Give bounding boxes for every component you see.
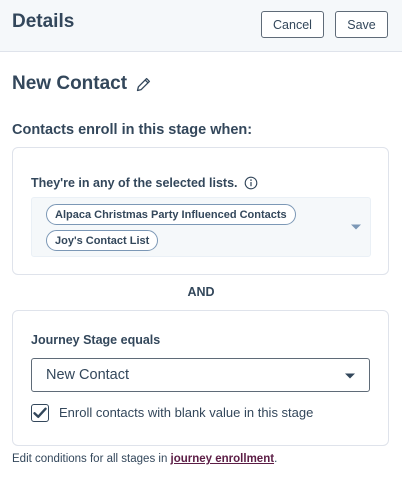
stage-title: New Contact [12,73,152,95]
info-icon[interactable] [244,176,258,190]
journey-stage-select[interactable]: New Contact [31,358,370,392]
footer-text: Edit conditions for all stages in [12,453,171,465]
list-chip[interactable]: Joy's Contact List [46,230,159,251]
pencil-icon[interactable] [135,76,152,93]
lists-multi-select[interactable]: Alpaca Christmas Party Influenced Contac… [31,197,371,257]
checkmark-icon [33,407,47,418]
cancel-button[interactable]: Cancel [261,11,324,38]
caret-down-icon[interactable] [350,223,362,231]
list-condition-text: They're in any of the selected lists. [31,176,238,190]
stage-name: New Contact [12,73,128,94]
property-condition-card: Journey Stage equals New Contact Enroll … [12,310,389,446]
footer-note: Edit conditions for all stages in journe… [12,453,277,465]
footer-text-end: . [274,453,278,465]
details-header: Details Cancel Save [0,0,402,52]
list-chip[interactable]: Alpaca Christmas Party Influenced Contac… [46,204,296,225]
header-title: Details [12,11,75,32]
and-operator: AND [187,285,215,299]
blank-value-checkbox[interactable] [31,404,49,422]
enroll-section-heading: Contacts enroll in this stage when: [12,122,253,138]
list-condition-card: They're in any of the selected lists. Al… [12,147,389,275]
save-button[interactable]: Save [335,11,388,38]
journey-stage-select-value: New Contact [46,367,130,383]
journey-enrollment-link[interactable]: journey enrollment [171,453,275,465]
blank-value-checkbox-label[interactable]: Enroll contacts with blank value in this… [59,405,313,420]
caret-down-icon[interactable] [344,372,356,380]
list-condition-label: They're in any of the selected lists. [31,176,258,190]
property-condition-label: Journey Stage equals [31,333,161,347]
